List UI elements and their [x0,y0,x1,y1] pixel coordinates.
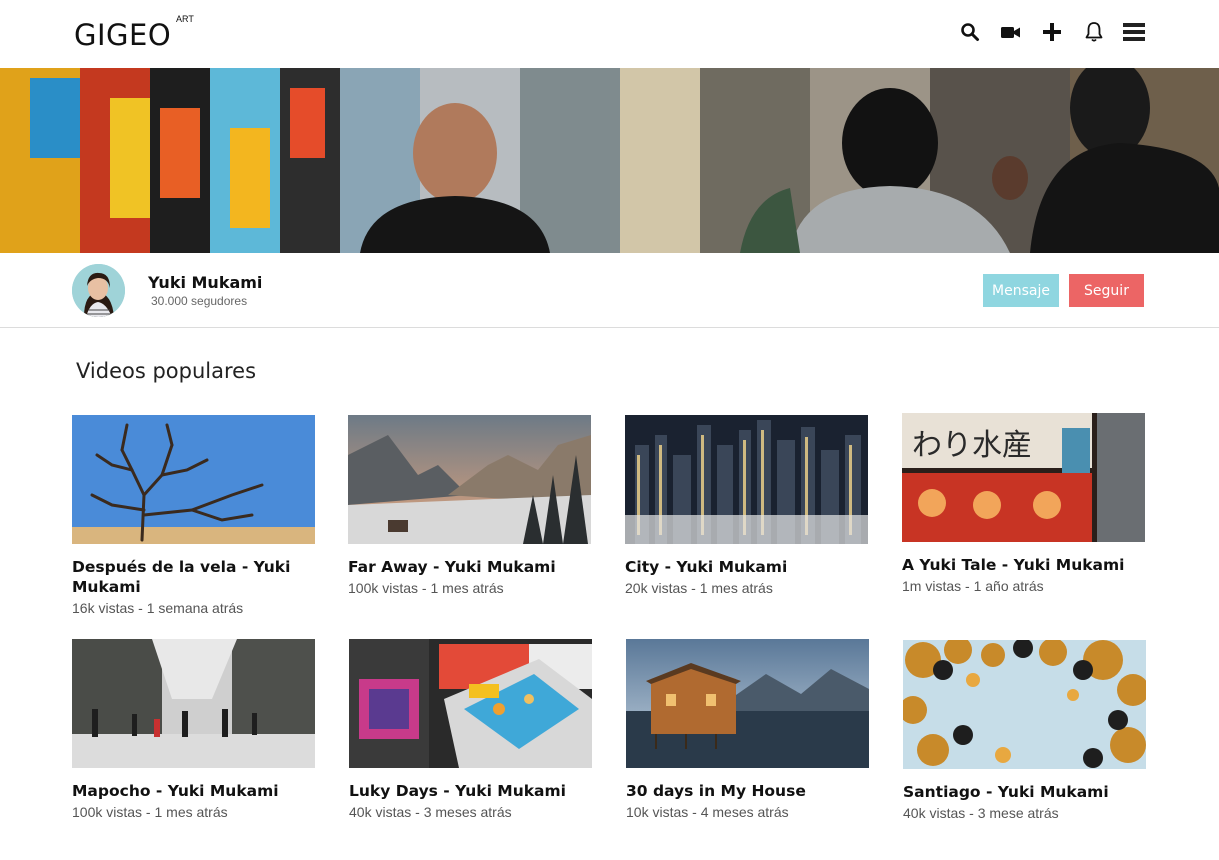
video-thumbnail[interactable] [349,639,592,768]
svg-text:わり水産: わり水産 [912,428,1032,463]
video-card[interactable]: Far Away - Yuki Mukami 100k vistas - 1 m… [348,415,592,596]
video-title[interactable]: City - Yuki Mukami [625,557,869,577]
video-thumbnail[interactable] [72,639,315,768]
video-thumbnail[interactable] [348,415,591,544]
avatar[interactable] [72,264,125,317]
follower-count: 30.000 segudores [151,294,248,308]
video-meta: 40k vistas - 3 meses atrás [349,804,512,820]
video-card[interactable]: Luky Days - Yuki Mukami 40k vistas - 3 m… [349,639,593,820]
video-thumbnail[interactable] [626,639,869,768]
video-card[interactable]: わり水産 A Yuki Tale - Yuki Mukami 1m vistas… [902,413,1146,594]
video-title[interactable]: A Yuki Tale - Yuki Mukami [902,555,1146,575]
video-meta: 100k vistas - 1 mes atrás [348,580,504,596]
profile-bar: Yuki Mukami 30.000 segudores Mensaje Seg… [0,253,1219,328]
bell-icon[interactable] [1082,20,1106,44]
video-meta: 100k vistas - 1 mes atrás [72,804,228,820]
video-camera-icon[interactable] [999,20,1023,44]
video-card[interactable]: Mapocho - Yuki Mukami 100k vistas - 1 me… [72,639,316,820]
menu-icon[interactable] [1122,20,1146,44]
video-title[interactable]: Luky Days - Yuki Mukami [349,781,593,801]
video-card[interactable]: City - Yuki Mukami 20k vistas - 1 mes at… [625,415,869,596]
search-icon[interactable] [958,20,982,44]
video-thumbnail[interactable] [625,415,868,544]
video-meta: 10k vistas - 4 meses atrás [626,804,789,820]
video-thumbnail[interactable] [903,640,1146,769]
video-card[interactable]: 30 days in My House 10k vistas - 4 meses… [626,639,870,820]
video-meta: 40k vistas - 3 mese atrás [903,805,1059,821]
video-meta: 20k vistas - 1 mes atrás [625,580,773,596]
video-title[interactable]: Mapocho - Yuki Mukami [72,781,316,801]
video-title[interactable]: Después de la vela - Yuki Mukami [72,557,316,597]
logo-superscript: ART [176,14,194,24]
video-title[interactable]: 30 days in My House [626,781,870,801]
plus-icon[interactable] [1040,20,1064,44]
video-card[interactable]: Después de la vela - Yuki Mukami 16k vis… [72,415,316,616]
follow-button[interactable]: Seguir [1069,274,1144,307]
video-meta: 1m vistas - 1 año atrás [902,578,1044,594]
profile-name[interactable]: Yuki Mukami [148,273,262,292]
profile-banner-image [0,68,1219,253]
video-title[interactable]: Santiago - Yuki Mukami [903,782,1147,802]
video-card[interactable]: Santiago - Yuki Mukami 40k vistas - 3 me… [903,640,1147,821]
message-button[interactable]: Mensaje [983,274,1059,307]
video-thumbnail[interactable]: わり水産 [902,413,1145,542]
logo[interactable]: GIGEO [74,18,171,52]
video-thumbnail[interactable] [72,415,315,544]
video-meta: 16k vistas - 1 semana atrás [72,600,244,616]
top-navigation-bar: GIGEO ART [0,0,1219,68]
video-title[interactable]: Far Away - Yuki Mukami [348,557,592,577]
section-title: Videos populares [76,359,257,383]
